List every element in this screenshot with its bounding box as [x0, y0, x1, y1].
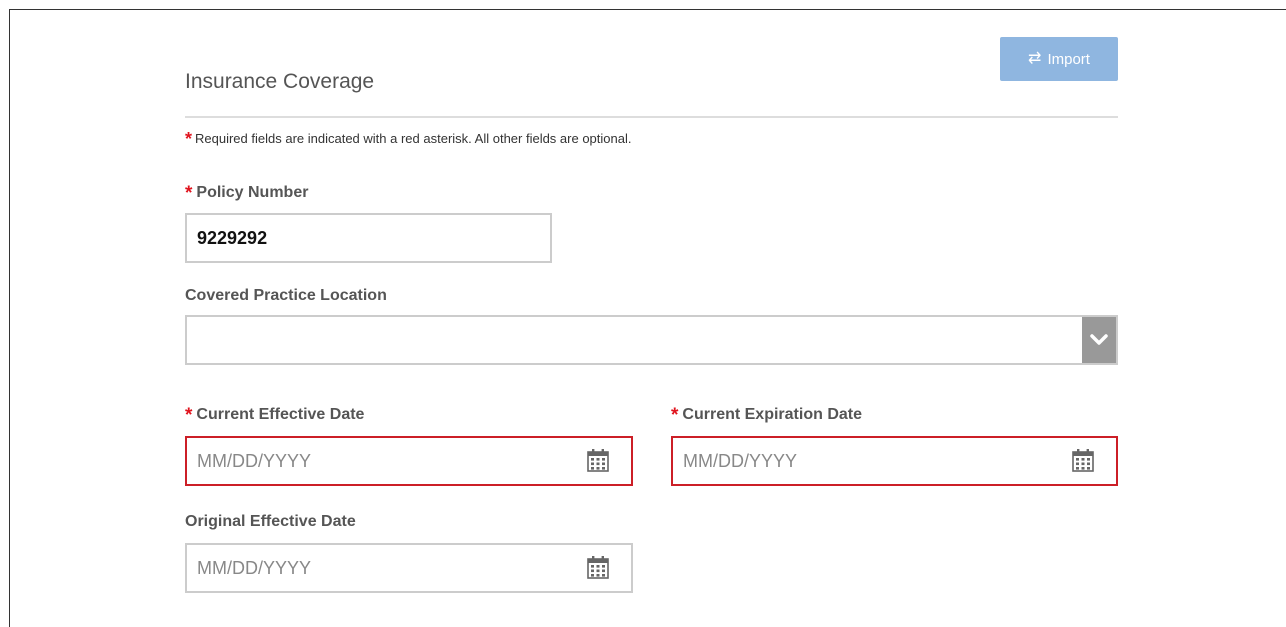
section-title: Insurance Coverage — [185, 70, 375, 93]
required-asterisk: * — [671, 405, 679, 426]
swap-arrows-icon: ⇄ — [1028, 50, 1042, 67]
calendar-icon[interactable] — [1072, 448, 1094, 472]
policy-number-input[interactable] — [185, 213, 552, 263]
current-effective-date-input[interactable] — [185, 436, 633, 486]
section-divider — [185, 116, 1118, 118]
covered-location-select[interactable] — [185, 315, 1118, 365]
required-asterisk: * — [185, 183, 193, 204]
current-expiration-label-text: Current Expiration Date — [682, 406, 862, 423]
required-note: * Required fields are indicated with a re… — [185, 129, 631, 150]
import-label: Import — [1047, 50, 1090, 68]
required-asterisk: * — [185, 129, 193, 149]
required-note-text: Required fields are indicated with a red… — [195, 131, 632, 146]
policy-number-label: * Policy Number — [185, 183, 308, 205]
current-expiration-date-input[interactable] — [671, 436, 1118, 486]
required-asterisk: * — [185, 405, 193, 426]
chevron-down-icon[interactable] — [1082, 317, 1116, 363]
current-expiration-label: * Current Expiration Date — [671, 405, 862, 427]
covered-location-label: Covered Practice Location — [185, 287, 387, 304]
import-button[interactable]: ⇄ Import — [1000, 37, 1118, 81]
calendar-icon[interactable] — [587, 555, 609, 579]
original-effective-label: Original Effective Date — [185, 513, 356, 530]
original-effective-date-input[interactable] — [185, 543, 633, 593]
policy-number-label-text: Policy Number — [196, 184, 309, 201]
calendar-icon[interactable] — [587, 448, 609, 472]
current-effective-label-text: Current Effective Date — [196, 406, 365, 423]
current-effective-label: * Current Effective Date — [185, 405, 364, 427]
